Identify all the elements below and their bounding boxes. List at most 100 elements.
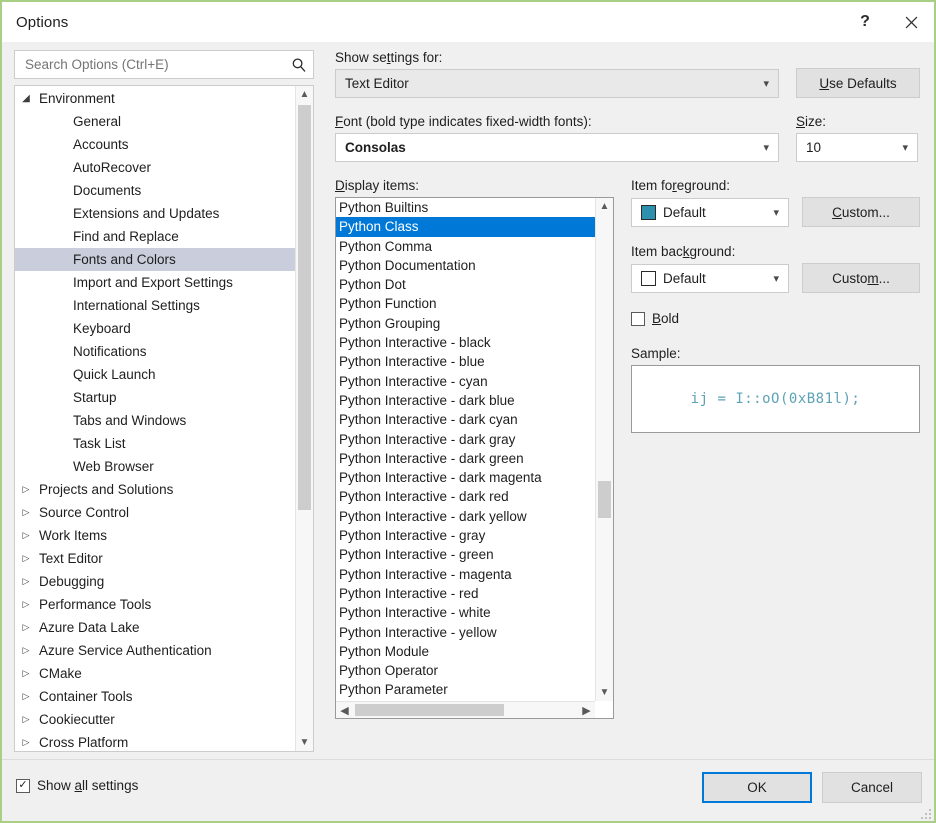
display-items-list[interactable]: Python Builtins Python Class Python Comma P…: [336, 198, 595, 701]
display-item-row[interactable]: Python Interactive - dark yellow: [336, 507, 595, 526]
tree-scrollbar-thumb[interactable]: [298, 105, 311, 510]
chevron-collapsed-icon[interactable]: ▷: [15, 576, 37, 587]
options-tree[interactable]: ◢ Environment General Accounts AutoRecover Do…: [15, 86, 295, 751]
display-item-row[interactable]: Python Comma: [336, 237, 595, 256]
show-all-settings-row[interactable]: ✓ Show all settings: [16, 778, 138, 793]
scroll-down-icon[interactable]: ▼: [296, 734, 313, 751]
size-combo[interactable]: 10 ▾: [796, 133, 918, 162]
tree-item[interactable]: International Settings: [15, 294, 295, 317]
chevron-collapsed-icon[interactable]: ▷: [15, 530, 37, 541]
display-item-row[interactable]: Python Builtins: [336, 198, 595, 217]
chevron-collapsed-icon[interactable]: ▷: [15, 714, 37, 725]
display-item-row[interactable]: Python Interactive - red: [336, 584, 595, 603]
scroll-left-icon[interactable]: ◀: [336, 702, 353, 718]
tree-item[interactable]: ▷ Performance Tools: [15, 593, 295, 616]
chevron-collapsed-icon[interactable]: ▷: [15, 507, 37, 518]
tree-item[interactable]: ▷ Projects and Solutions: [15, 478, 295, 501]
tree-item[interactable]: Fonts and Colors: [15, 248, 295, 271]
display-item-row[interactable]: Python Interactive - dark gray: [336, 430, 595, 449]
display-item-row[interactable]: Python Module: [336, 642, 595, 661]
tree-item[interactable]: Startup: [15, 386, 295, 409]
tree-item[interactable]: Tabs and Windows: [15, 409, 295, 432]
tree-item[interactable]: ◢ Environment: [15, 87, 295, 110]
tree-item[interactable]: ▷ Azure Data Lake: [15, 616, 295, 639]
display-item-row[interactable]: Python Interactive - dark magenta: [336, 468, 595, 487]
tree-vertical-scrollbar[interactable]: ▲ ▼: [295, 86, 313, 751]
chevron-collapsed-icon[interactable]: ▷: [15, 645, 37, 656]
display-item-row[interactable]: Python Interactive - yellow: [336, 623, 595, 642]
scroll-right-icon[interactable]: ▶: [578, 702, 595, 718]
display-item-row[interactable]: Python Interactive - black: [336, 333, 595, 352]
chevron-collapsed-icon[interactable]: ▷: [15, 668, 37, 679]
cancel-button[interactable]: Cancel: [822, 772, 922, 803]
display-item-row[interactable]: Python Function: [336, 294, 595, 313]
tree-item[interactable]: AutoRecover: [15, 156, 295, 179]
display-item-row[interactable]: Python Operator: [336, 661, 595, 680]
display-item-row[interactable]: Python Interactive - green: [336, 545, 595, 564]
scroll-up-icon[interactable]: ▲: [596, 198, 613, 215]
tree-item[interactable]: ▷ Cookiecutter: [15, 708, 295, 731]
item-background-combo[interactable]: Default ▾: [631, 264, 789, 293]
close-icon[interactable]: [888, 2, 934, 42]
tree-item[interactable]: Notifications: [15, 340, 295, 363]
display-item-row[interactable]: Python Documentation: [336, 256, 595, 275]
bold-checkbox-row[interactable]: Bold: [631, 311, 920, 326]
display-item-row[interactable]: Python Interactive - dark red: [336, 487, 595, 506]
foreground-custom-button[interactable]: Custom...: [802, 197, 920, 227]
chevron-collapsed-icon[interactable]: ▷: [15, 691, 37, 702]
list-horizontal-scrollbar[interactable]: ◀ ▶: [336, 701, 595, 718]
font-combo[interactable]: Consolas ▾: [335, 133, 779, 162]
display-item-row[interactable]: Python Interactive - white: [336, 603, 595, 622]
tree-item[interactable]: General: [15, 110, 295, 133]
search-icon[interactable]: [291, 57, 307, 73]
tree-item[interactable]: ▷ Source Control: [15, 501, 295, 524]
display-item-row[interactable]: Python Dot: [336, 275, 595, 294]
options-tree-panel[interactable]: ◢ Environment General Accounts AutoRecover Do…: [14, 85, 314, 752]
display-item-row[interactable]: Python Interactive - cyan: [336, 372, 595, 391]
display-item-row[interactable]: Python Interactive - blue: [336, 352, 595, 371]
list-hscrollbar-thumb[interactable]: [355, 704, 504, 716]
tree-item[interactable]: ▷ Debugging: [15, 570, 295, 593]
display-item-row[interactable]: Python Grouping: [336, 314, 595, 333]
tree-item[interactable]: ▷ Cross Platform: [15, 731, 295, 751]
display-item-row[interactable]: Python Class: [336, 217, 595, 237]
tree-item[interactable]: ▷ Text Editor: [15, 547, 295, 570]
chevron-expanded-icon[interactable]: ◢: [15, 93, 37, 104]
tree-item[interactable]: Documents: [15, 179, 295, 202]
tree-item[interactable]: ▷ Azure Service Authentication: [15, 639, 295, 662]
tree-item[interactable]: Quick Launch: [15, 363, 295, 386]
bold-checkbox[interactable]: [631, 311, 645, 326]
chevron-collapsed-icon[interactable]: ▷: [15, 553, 37, 564]
item-foreground-combo[interactable]: Default ▾: [631, 198, 789, 227]
display-item-row[interactable]: Python Interactive - dark green: [336, 449, 595, 468]
chevron-collapsed-icon[interactable]: ▷: [15, 737, 37, 748]
resize-grip-icon[interactable]: [919, 807, 931, 819]
display-item-row[interactable]: Python Interactive - dark blue: [336, 391, 595, 410]
chevron-collapsed-icon[interactable]: ▷: [15, 484, 37, 495]
tree-item[interactable]: Find and Replace: [15, 225, 295, 248]
display-item-row[interactable]: Python Interactive - dark cyan: [336, 410, 595, 429]
tree-item[interactable]: Accounts: [15, 133, 295, 156]
search-input[interactable]: [23, 56, 291, 73]
scroll-up-icon[interactable]: ▲: [296, 86, 313, 103]
tree-item[interactable]: Web Browser: [15, 455, 295, 478]
tree-item[interactable]: Import and Export Settings: [15, 271, 295, 294]
chevron-collapsed-icon[interactable]: ▷: [15, 622, 37, 633]
ok-button[interactable]: OK: [702, 772, 812, 803]
display-item-row[interactable]: Python Parameter: [336, 680, 595, 699]
display-items-listbox[interactable]: Python Builtins Python Class Python Comma P…: [335, 197, 614, 719]
scroll-down-icon[interactable]: ▼: [596, 684, 613, 701]
tree-item[interactable]: Task List: [15, 432, 295, 455]
list-vertical-scrollbar[interactable]: ▲ ▼: [595, 198, 613, 701]
help-icon[interactable]: ?: [842, 2, 888, 42]
list-scrollbar-thumb[interactable]: [598, 481, 611, 518]
tree-item[interactable]: ▷ CMake: [15, 662, 295, 685]
show-all-settings-checkbox[interactable]: ✓: [16, 778, 30, 793]
use-defaults-button[interactable]: Use Defaults: [796, 68, 920, 98]
display-item-row[interactable]: Python Interactive - magenta: [336, 565, 595, 584]
tree-item[interactable]: ▷ Container Tools: [15, 685, 295, 708]
background-custom-button[interactable]: Custo m...: [802, 263, 920, 293]
search-box[interactable]: [14, 50, 314, 79]
display-item-row[interactable]: Python Interactive - gray: [336, 526, 595, 545]
chevron-collapsed-icon[interactable]: ▷: [15, 599, 37, 610]
